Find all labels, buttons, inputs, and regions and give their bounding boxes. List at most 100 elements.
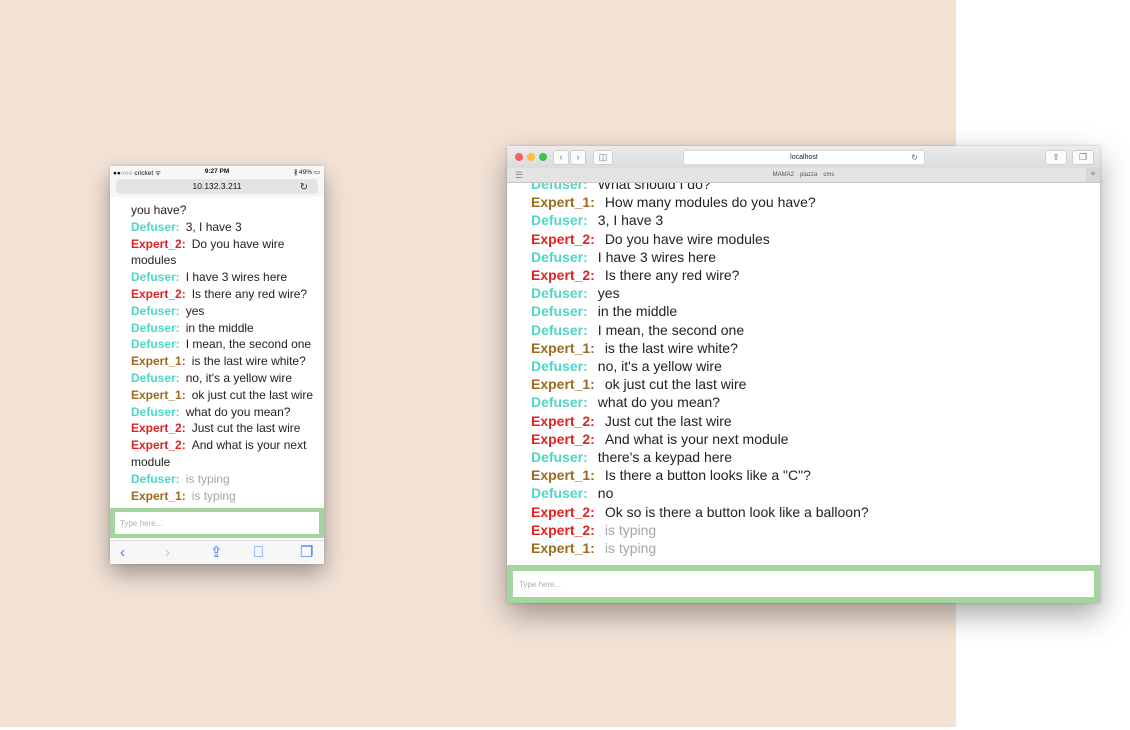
battery-indicator: ∦ 49% ▭: [293, 169, 320, 176]
message-text: Just cut the last wire: [604, 412, 732, 429]
back-icon[interactable]: ‹: [120, 544, 125, 562]
chat-message: Defuser: no, it's a yellow wire: [131, 370, 323, 387]
phone-chat-input[interactable]: [115, 512, 319, 534]
chat-message: Expert_1: How many modules do you have?: [531, 193, 1091, 211]
tabs-overview-icon[interactable]: ❐: [1072, 150, 1094, 165]
zoom-window-icon[interactable]: [539, 153, 547, 161]
message-text: there's a keypad here: [597, 449, 732, 466]
chat-message: Defuser: 3, I have 3: [131, 219, 323, 236]
message-text: Is there any red wire?: [191, 286, 308, 301]
back-icon[interactable]: ‹: [553, 150, 569, 165]
close-window-icon[interactable]: [515, 153, 523, 161]
chat-message: Defuser: no: [531, 484, 1091, 502]
message-text: Do you have wire modules: [604, 230, 770, 247]
phone-input-frame: [110, 508, 324, 538]
desktop-input-frame: [507, 565, 1100, 603]
speaker-name: Expert_2:: [531, 412, 595, 429]
phone-url-text: 10.132.3.211: [192, 181, 242, 191]
speaker-name: Expert_2:: [531, 230, 595, 247]
minimize-window-icon[interactable]: [527, 153, 535, 161]
share-icon[interactable]: ⇪: [1045, 150, 1067, 165]
chat-message: Defuser: is typing: [131, 471, 323, 488]
chat-message: Defuser: I have 3 wires here: [531, 248, 1091, 266]
speaker-name: Defuser:: [531, 449, 588, 466]
speaker-name: Expert_2:: [531, 267, 595, 284]
chat-message: you have?: [131, 202, 323, 219]
speaker-name: Defuser:: [131, 404, 180, 419]
typing-indicator: is typing: [604, 521, 657, 538]
safari-window: ‹ › ◫ localhost ↻ ⇪ ❐ ☰ MAMA2 piazza cms +…: [507, 146, 1100, 603]
message-text: I mean, the second one: [185, 337, 312, 352]
chat-message: Expert_2: Is there any red wire?: [531, 266, 1091, 284]
speaker-name: Defuser:: [131, 337, 180, 352]
chat-message: Expert_2: And what is your next module: [531, 430, 1091, 448]
phone-url-field[interactable]: 10.132.3.211 ↻: [116, 179, 318, 194]
chat-message: Expert_2: is typing: [531, 521, 1091, 539]
phone-address-bar: 10.132.3.211 ↻: [110, 178, 324, 198]
speaker-name: Expert_2:: [131, 438, 186, 453]
chat-message: Expert_1: is typing: [131, 488, 323, 503]
forward-icon[interactable]: ›: [570, 150, 586, 165]
chat-message: Expert_1: Is there a button looks like a …: [531, 466, 1091, 484]
phone-chat-log[interactable]: you have? Defuser: 3, I have 3 Expert_2: Do …: [110, 197, 324, 503]
share-icon[interactable]: ⇪: [210, 544, 223, 562]
sidebar-icon[interactable]: ◫: [593, 150, 613, 165]
speaker-name: Defuser:: [531, 394, 588, 411]
speaker-name: Expert_1:: [131, 488, 186, 503]
message-text: I have 3 wires here: [597, 248, 717, 265]
speaker-name: Defuser:: [131, 303, 180, 318]
chat-message: Defuser: no, it's a yellow wire: [531, 357, 1091, 375]
speaker-name: Defuser:: [531, 212, 588, 229]
desktop-message-list: Defuser: What should I do? Expert_1: How ma…: [531, 183, 1091, 557]
chat-message: Expert_2: Just cut the last wire: [131, 420, 323, 437]
speaker-name: Defuser:: [531, 248, 588, 265]
chat-message: Defuser: what do you mean?: [131, 404, 323, 421]
status-time: 9:27 PM: [204, 168, 230, 175]
message-text: is the last wire white?: [604, 339, 738, 356]
favorite-link[interactable]: piazza: [800, 172, 817, 178]
favorite-link[interactable]: MAMA2: [773, 172, 794, 178]
message-text: I mean, the second one: [597, 321, 745, 338]
speaker-name: Expert_1:: [531, 467, 595, 484]
chat-message: Defuser: there's a keypad here: [531, 448, 1091, 466]
message-text: 3, I have 3: [185, 219, 242, 234]
speaker-name: Expert_2:: [131, 421, 186, 436]
favorite-link[interactable]: cms: [823, 172, 834, 178]
phone-screen: ●●○○○ cricket ᯤ 9:27 PM ∦ 49% ▭ 10.132.3…: [110, 166, 324, 564]
safari-toolbar: ‹ › ◫ localhost ↻ ⇪ ❐: [507, 146, 1100, 168]
message-text: Ok so is there a button look like a ball…: [604, 503, 869, 520]
chat-message: Expert_1: is typing: [531, 539, 1091, 557]
safari-url-text: localhost: [790, 154, 818, 161]
chat-message: Expert_2: Ok so is there a button look li…: [531, 503, 1091, 521]
reload-icon[interactable]: ↻: [300, 180, 308, 195]
speaker-name: Defuser:: [531, 183, 588, 192]
message-text: no, it's a yellow wire: [597, 358, 722, 375]
bookmarks-icon[interactable]: ⎕: [254, 544, 263, 562]
speaker-name: Expert_1:: [531, 376, 595, 393]
chat-message: Defuser: in the middle: [131, 320, 323, 337]
chat-message: Expert_2: Do you have wire modules: [131, 236, 323, 270]
tabs-icon[interactable]: ❐: [300, 544, 313, 562]
safari-url-field[interactable]: localhost ↻: [683, 150, 925, 165]
speaker-name: Defuser:: [531, 285, 588, 302]
desktop-chat-log[interactable]: Defuser: What should I do? Expert_1: How ma…: [507, 183, 1100, 565]
typing-indicator: is typing: [185, 471, 230, 486]
message-text: Is there any red wire?: [604, 267, 740, 284]
new-tab-plus-icon[interactable]: +: [1086, 168, 1100, 182]
message-text: How many modules do you have?: [604, 194, 816, 211]
speaker-name: Defuser:: [131, 370, 180, 385]
chat-message: Defuser: I mean, the second one: [531, 321, 1091, 339]
message-text: you have?: [131, 203, 187, 217]
speaker-name: Expert_2:: [531, 503, 595, 520]
message-text: in the middle: [597, 303, 678, 320]
speaker-name: Defuser:: [131, 219, 180, 234]
speaker-name: Defuser:: [531, 485, 588, 502]
speaker-name: Expert_1:: [531, 339, 595, 356]
forward-icon[interactable]: ›: [165, 544, 170, 562]
speaker-name: Expert_1:: [531, 194, 595, 211]
message-text: no, it's a yellow wire: [185, 370, 293, 385]
desktop-chat-input[interactable]: [513, 571, 1094, 597]
reload-icon[interactable]: ↻: [911, 151, 918, 164]
chat-message: Defuser: I have 3 wires here: [131, 269, 323, 286]
favorites-list: MAMA2 piazza cms: [507, 168, 1100, 182]
